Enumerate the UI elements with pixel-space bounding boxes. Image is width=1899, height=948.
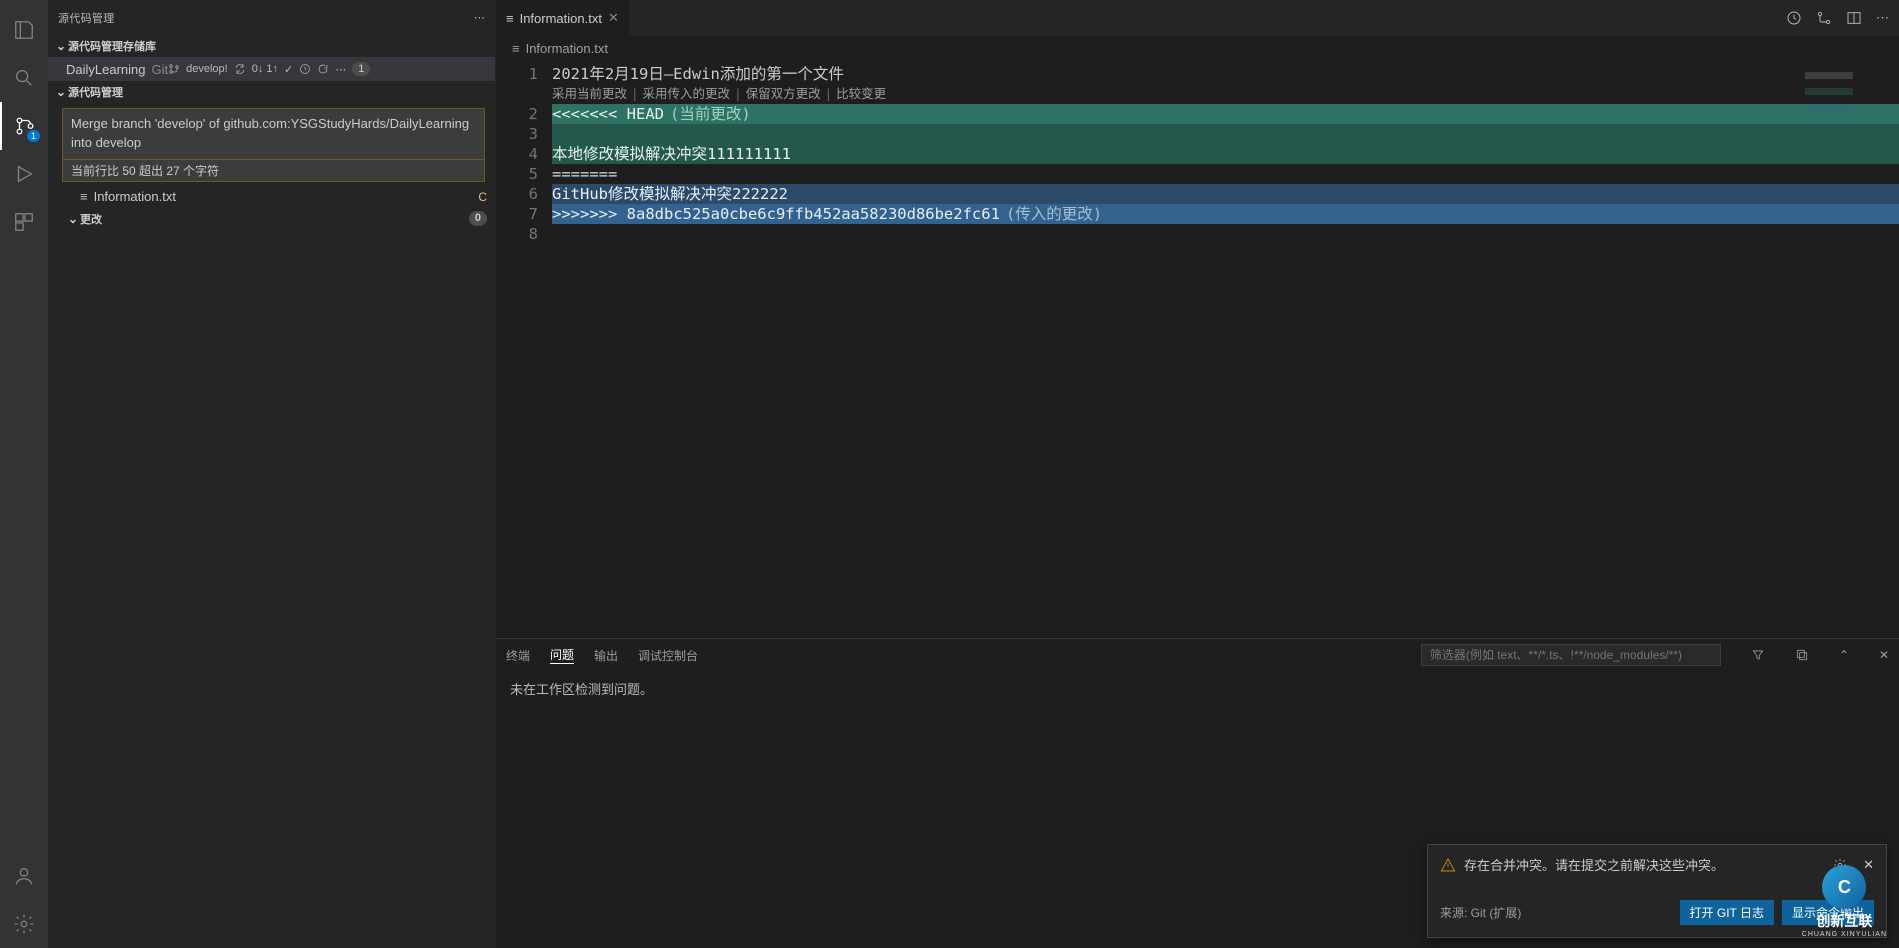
section-repos-header[interactable]: ⌄ 源代码管理存储库 <box>48 35 495 57</box>
toast-message: 存在合并冲突。请在提交之前解决这些冲突。 <box>1464 855 1724 874</box>
copy-icon[interactable] <box>1795 648 1809 662</box>
commit-message-input[interactable]: Merge branch 'develop' of github.com:YSG… <box>62 108 485 160</box>
chevron-down-icon: ⌄ <box>54 85 68 99</box>
branch-icon[interactable] <box>168 63 180 75</box>
repo-name: DailyLearning <box>66 62 146 77</box>
section-scm-label: 源代码管理 <box>68 84 123 100</box>
changes-label: 更改 <box>80 211 102 227</box>
merge-file-row[interactable]: ≡ Information.txt C <box>48 186 495 208</box>
sync-text: 0↓ 1↑ <box>252 63 278 75</box>
changes-count: 0 <box>469 211 487 226</box>
file-icon: ≡ <box>80 189 88 204</box>
check-icon[interactable]: ✓ <box>284 63 293 76</box>
more-icon[interactable]: ⋯ <box>335 63 346 76</box>
toast-source: 来源: Git (扩展) <box>1440 904 1521 921</box>
split-icon[interactable] <box>1846 10 1862 26</box>
branch-name[interactable]: develop! <box>186 63 228 75</box>
line-3 <box>552 124 1899 144</box>
compare-icon[interactable] <box>1816 10 1832 26</box>
account-icon[interactable] <box>0 852 48 900</box>
line-2: <<<<<<< HEAD(当前更改) <box>552 104 1899 124</box>
section-repos-label: 源代码管理存储库 <box>68 38 156 54</box>
explorer-icon[interactable] <box>0 6 48 54</box>
close-icon[interactable]: ✕ <box>1879 648 1889 662</box>
line-5: ======= <box>552 164 1899 184</box>
editor-tabs: ≡ Information.txt ✕ ⋯ <box>496 0 1899 36</box>
sync-icon[interactable] <box>234 63 246 75</box>
more-icon[interactable]: ⋯ <box>1876 10 1889 26</box>
search-icon[interactable] <box>0 54 48 102</box>
chevron-down-icon: ⌄ <box>66 212 80 226</box>
source-control-icon[interactable]: 1 <box>0 102 48 150</box>
line-4: 本地修改模拟解决冲突111111111 <box>552 144 1899 164</box>
more-icon[interactable]: ⋯ <box>474 11 485 24</box>
repo-change-count: 1 <box>352 62 370 76</box>
line-7: >>>>>>> 8a8dbc525a0cbe6c9ffb452aa58230d8… <box>552 204 1899 224</box>
history-icon[interactable] <box>299 63 311 75</box>
chevron-down-icon: ⌄ <box>54 39 68 53</box>
breadcrumb-item: Information.txt <box>526 41 608 56</box>
problems-empty: 未在工作区检测到问题。 <box>510 682 653 697</box>
tab-terminal[interactable]: 终端 <box>506 647 530 664</box>
editor[interactable]: 12345678 2021年2月19日—Edwin添加的第一个文件 采用当前更改… <box>496 60 1899 638</box>
filter-icon[interactable] <box>1751 648 1765 662</box>
scm-sidebar: 源代码管理 ⋯ ⌄ 源代码管理存储库 DailyLearning Git dev… <box>48 0 496 948</box>
conflict-badge: C <box>478 190 487 204</box>
line-1: 2021年2月19日—Edwin添加的第一个文件 <box>552 64 844 84</box>
show-command-output-button[interactable]: 显示命令输出 <box>1782 900 1874 925</box>
accept-incoming[interactable]: 采用传入的更改 <box>643 84 731 104</box>
sidebar-title: 源代码管理 <box>58 10 115 26</box>
line-6: GitHub修改模拟解决冲突222222 <box>552 184 1899 204</box>
main-area: ≡ Information.txt ✕ ⋯ ≡ Information.txt … <box>496 0 1899 948</box>
merge-conflict-toast: 存在合并冲突。请在提交之前解决这些冲突。 ✕ 来源: Git (扩展) 打开 G… <box>1427 844 1887 938</box>
accept-both[interactable]: 保留双方更改 <box>746 84 821 104</box>
compare-changes[interactable]: 比较变更 <box>836 84 886 104</box>
accept-current[interactable]: 采用当前更改 <box>552 84 627 104</box>
close-icon[interactable]: ✕ <box>1863 857 1874 873</box>
changes-header[interactable]: ⌄ 更改 0 <box>48 208 495 230</box>
repo-row[interactable]: DailyLearning Git develop! 0↓ 1↑ ✓ ⋯ 1 <box>48 57 495 81</box>
open-git-log-button[interactable]: 打开 GIT 日志 <box>1680 900 1774 925</box>
refresh-icon[interactable] <box>317 63 329 75</box>
file-icon: ≡ <box>512 41 520 56</box>
warning-icon <box>1440 857 1456 873</box>
tab-label: Information.txt <box>520 11 602 26</box>
editor-actions: ⋯ <box>1776 10 1899 26</box>
activity-bar: 1 <box>0 0 48 948</box>
filter-input[interactable] <box>1421 644 1721 666</box>
tab-information[interactable]: ≡ Information.txt ✕ <box>496 0 630 36</box>
repo-tools: develop! 0↓ 1↑ ✓ ⋯ 1 <box>168 62 370 76</box>
commit-length-warning: 当前行比 50 超出 27 个字符 <box>62 160 485 182</box>
gear-icon[interactable] <box>1833 858 1847 872</box>
sidebar-title-row: 源代码管理 ⋯ <box>48 0 495 35</box>
repo-vcs: Git <box>152 62 169 77</box>
panel-tabs: 终端 问题 输出 调试控制台 ⌃ ✕ <box>496 639 1899 671</box>
tab-debug[interactable]: 调试控制台 <box>638 647 698 664</box>
file-icon: ≡ <box>506 11 514 26</box>
scm-badge: 1 <box>27 130 40 142</box>
code-area[interactable]: 2021年2月19日—Edwin添加的第一个文件 采用当前更改| 采用传入的更改… <box>552 60 1899 638</box>
breadcrumb[interactable]: ≡ Information.txt <box>496 36 1899 60</box>
tab-problems[interactable]: 问题 <box>550 646 574 664</box>
extensions-icon[interactable] <box>0 198 48 246</box>
section-scm-header[interactable]: ⌄ 源代码管理 <box>48 81 495 103</box>
commit-message-text: Merge branch 'develop' of github.com:YSG… <box>71 116 469 150</box>
tab-output[interactable]: 输出 <box>594 647 618 664</box>
gear-icon[interactable] <box>0 900 48 948</box>
merge-file-name: Information.txt <box>94 189 176 204</box>
minimap[interactable] <box>1805 64 1885 184</box>
timeline-icon[interactable] <box>1786 10 1802 26</box>
chevron-up-icon[interactable]: ⌃ <box>1839 648 1849 662</box>
close-icon[interactable]: ✕ <box>608 10 619 26</box>
gutter: 12345678 <box>496 60 552 638</box>
run-icon[interactable] <box>0 150 48 198</box>
line-8 <box>552 224 1899 244</box>
merge-actions: 采用当前更改| 采用传入的更改| 保留双方更改| 比较变更 <box>552 84 1899 104</box>
